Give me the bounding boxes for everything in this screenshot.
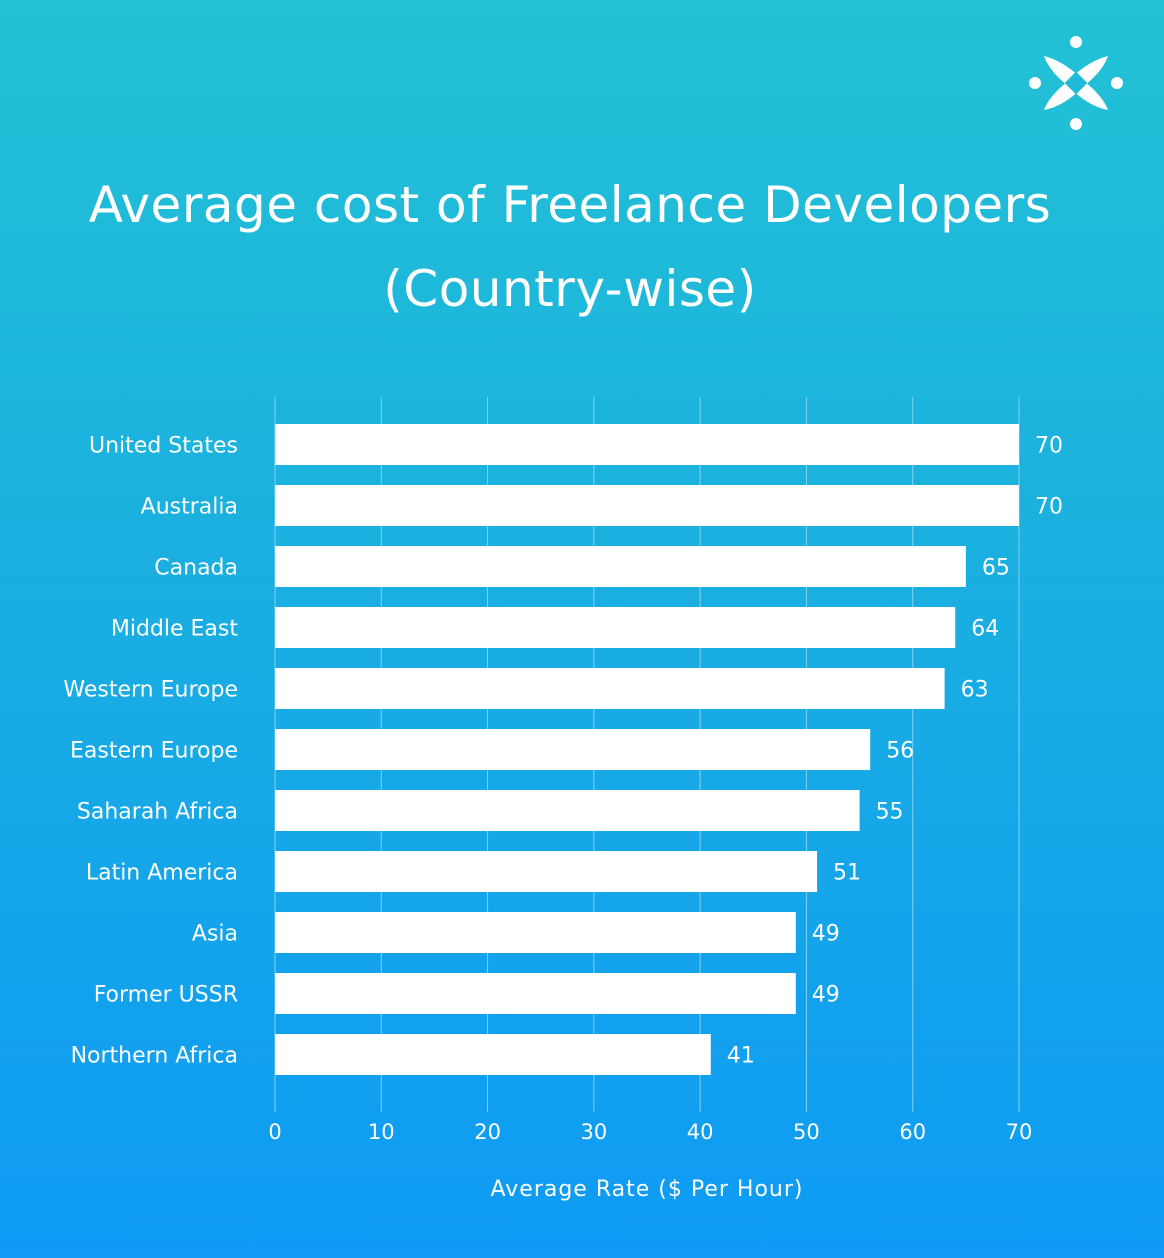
x-tick-label: 70: [1006, 1120, 1033, 1144]
category-label: Northern Africa: [71, 1044, 238, 1069]
bar: [275, 973, 796, 1014]
bar: [275, 546, 966, 587]
category-labels: United States Australia Canada Middle East W…: [63, 434, 238, 1069]
bar: [275, 851, 818, 892]
value-label: 41: [727, 1044, 755, 1069]
bar-chart: United States Australia Canada Middle East W…: [63, 397, 1063, 1202]
bar: [275, 668, 945, 709]
value-label: 51: [833, 861, 861, 886]
x-tick-labels: 0 10 20 30 40 50 60 70: [268, 1120, 1032, 1144]
x-tick-label: 60: [899, 1120, 926, 1144]
category-label: Former USSR: [94, 983, 238, 1008]
value-label: 55: [876, 800, 904, 825]
category-label: Australia: [141, 495, 238, 520]
bar: [275, 424, 1019, 465]
bar: [275, 607, 956, 648]
x-tick-label: 30: [580, 1120, 607, 1144]
value-label: 64: [971, 617, 999, 642]
category-label: Canada: [154, 556, 238, 581]
x-tick-label: 40: [687, 1120, 714, 1144]
x-tick-label: 0: [268, 1120, 281, 1144]
category-label: Middle East: [111, 617, 239, 642]
category-label: Saharah Africa: [77, 800, 238, 825]
category-label: Asia: [192, 922, 238, 947]
value-label: 49: [812, 922, 840, 947]
value-label: 65: [982, 556, 1010, 581]
category-label: Latin America: [86, 861, 238, 886]
x-axis-label: Average Rate ($ Per Hour): [491, 1177, 804, 1202]
value-label: 63: [961, 678, 989, 703]
value-label: 70: [1035, 434, 1063, 459]
category-label: Eastern Europe: [70, 739, 238, 764]
bar: [275, 912, 796, 953]
bar: [275, 790, 860, 831]
bar: [275, 485, 1019, 526]
category-label: Western Europe: [63, 678, 238, 703]
x-tick-label: 20: [474, 1120, 501, 1144]
value-label: 49: [812, 983, 840, 1008]
category-label: United States: [89, 434, 238, 459]
value-label: 56: [886, 739, 914, 764]
x-tick-label: 50: [793, 1120, 820, 1144]
bar: [275, 1034, 711, 1075]
value-label: 70: [1035, 495, 1063, 520]
x-tick-label: 10: [368, 1120, 395, 1144]
bar: [275, 729, 871, 770]
